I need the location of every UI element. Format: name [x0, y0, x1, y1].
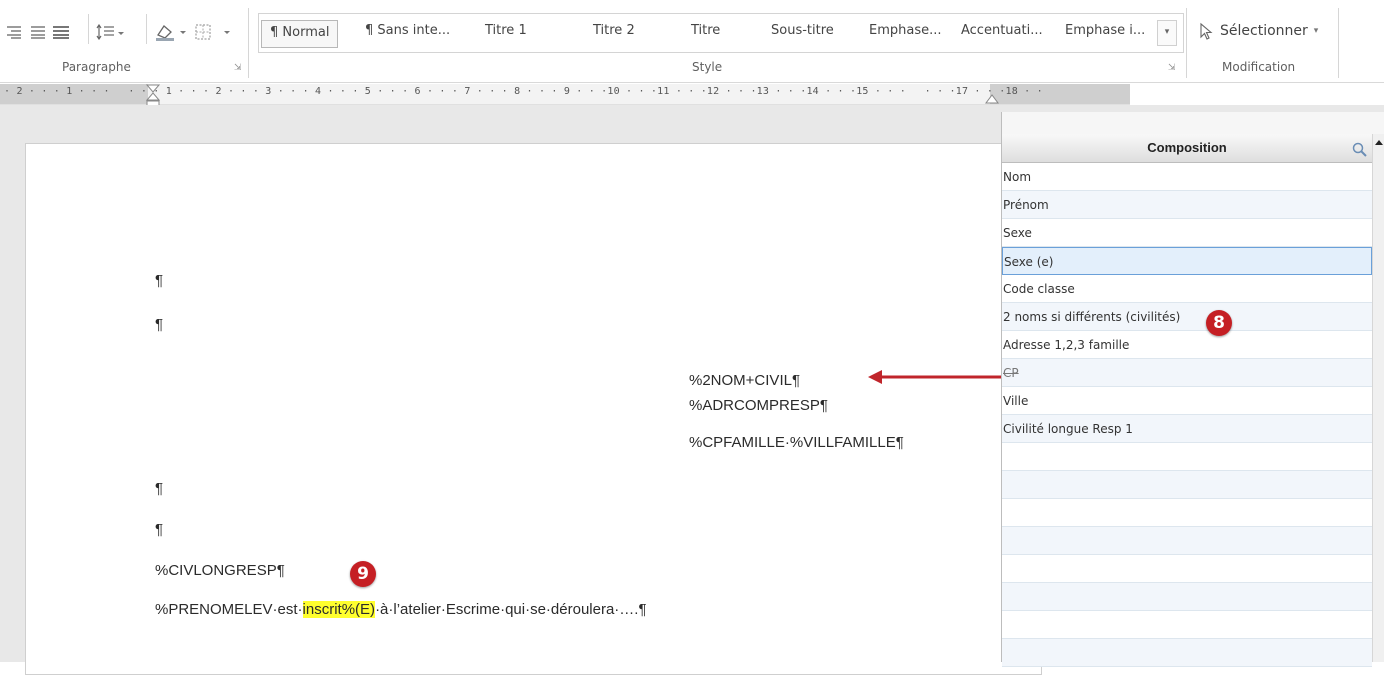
style-normal[interactable]: ¶ Normal	[261, 20, 339, 48]
body-text-start: %PRENOMELEV·est·	[155, 601, 303, 618]
dialog-launcher-icon[interactable]: ⇲	[234, 63, 242, 73]
group-label-style: Style	[692, 60, 723, 74]
field-item-cp[interactable]: CP	[1002, 359, 1372, 387]
distribute-icon[interactable]	[52, 22, 70, 42]
list-item[interactable]	[1002, 555, 1372, 583]
list-item[interactable]	[1002, 583, 1372, 611]
step-badge-9: 9	[350, 561, 376, 587]
empty-paragraph[interactable]: ¶	[155, 272, 163, 289]
style-gallery: ¶ Normal ¶ Sans inte... Titre 1 Titre 2 …	[258, 13, 1184, 53]
borders-icon[interactable]	[194, 22, 234, 42]
style-accentuation[interactable]: Accentuati...	[961, 23, 1043, 43]
panel-scrollbar[interactable]	[1372, 134, 1384, 662]
merge-field-address[interactable]: %ADRCOMPRESP¶	[689, 397, 828, 414]
shading-icon[interactable]	[154, 22, 188, 42]
merge-field-name-civil[interactable]: %2NOM+CIVIL¶	[689, 372, 800, 389]
style-intense-emphasis[interactable]: Emphase i...	[1065, 23, 1145, 43]
merge-field-cp-ville[interactable]: %CPFAMILLE·%VILLFAMILLE¶	[689, 434, 904, 451]
panel-toolbar	[1002, 112, 1384, 135]
divider	[1186, 8, 1187, 78]
field-item-2-noms[interactable]: 2 noms si différents (civilités)	[1002, 303, 1372, 331]
composition-panel: Composition Nom Prénom Sexe Sexe (e) Cod…	[1001, 112, 1384, 667]
gallery-more-button[interactable]: ▾	[1157, 20, 1177, 46]
panel-header: Composition	[1002, 134, 1372, 163]
right-indent-marker-icon[interactable]	[985, 92, 999, 104]
field-item-sexe-e[interactable]: Sexe (e)	[1002, 247, 1372, 275]
select-button[interactable]: Sélectionner ▾	[1198, 22, 1318, 40]
empty-paragraph[interactable]: ¶	[155, 521, 163, 538]
scroll-up-icon[interactable]	[1373, 138, 1384, 148]
divider	[146, 14, 147, 44]
list-item[interactable]	[1002, 639, 1372, 667]
field-item-civilite[interactable]: Civilité longue Resp 1	[1002, 415, 1372, 443]
ribbon: ¶ Normal ¶ Sans inte... Titre 1 Titre 2 …	[0, 0, 1384, 83]
field-item-code-classe[interactable]: Code classe	[1002, 275, 1372, 303]
field-item-ville[interactable]: Ville	[1002, 387, 1372, 415]
align-right-icon[interactable]	[6, 22, 22, 42]
body-text-end: ·à·l’atelier·Escrime·qui·se·déroulera·….…	[375, 601, 647, 618]
group-label-modification: Modification	[1222, 60, 1296, 74]
horizontal-ruler[interactable]: · 2 · · · 1 · · · · · · 1 · · · 2 · · · …	[0, 84, 1130, 107]
field-list: Nom Prénom Sexe Sexe (e) Code classe 2 n…	[1002, 163, 1372, 667]
panel-title: Composition	[1147, 140, 1227, 155]
style-heading-2[interactable]: Titre 2	[593, 23, 635, 43]
step-badge-8: 8	[1206, 310, 1232, 336]
field-item-adresse[interactable]: Adresse 1,2,3 famille	[1002, 331, 1372, 359]
cursor-icon	[1200, 22, 1213, 40]
field-item-prenom[interactable]: Prénom	[1002, 191, 1372, 219]
line-spacing-icon[interactable]	[96, 22, 126, 42]
group-label-paragraph: Paragraphe	[62, 60, 131, 74]
style-no-spacing[interactable]: ¶ Sans inte...	[365, 23, 450, 43]
chevron-down-icon: ▾	[1313, 26, 1319, 36]
body-sentence[interactable]: %PRENOMELEV·est·inscrit%(E)·à·l’atelier·…	[155, 601, 647, 618]
style-emphasis[interactable]: Emphase...	[869, 23, 942, 43]
field-item-nom[interactable]: Nom	[1002, 163, 1372, 191]
select-label: Sélectionner	[1220, 23, 1308, 39]
highlighted-merge-field[interactable]: inscrit%(E)	[302, 601, 376, 618]
field-item-sexe[interactable]: Sexe	[1002, 219, 1372, 247]
empty-paragraph[interactable]: ¶	[155, 316, 163, 333]
merge-field-civility[interactable]: %CIVLONGRESP¶	[155, 562, 285, 579]
empty-paragraph[interactable]: ¶	[155, 480, 163, 497]
list-item[interactable]	[1002, 443, 1372, 471]
style-heading-1[interactable]: Titre 1	[485, 23, 527, 43]
dialog-launcher-icon[interactable]: ⇲	[1168, 63, 1176, 73]
list-item[interactable]	[1002, 471, 1372, 499]
annotation-arrow-icon	[868, 370, 1014, 384]
list-item[interactable]	[1002, 527, 1372, 555]
style-title[interactable]: Titre	[691, 23, 720, 43]
divider	[248, 8, 249, 78]
list-item[interactable]	[1002, 499, 1372, 527]
divider	[1338, 8, 1339, 78]
list-item[interactable]	[1002, 611, 1372, 639]
divider	[88, 14, 89, 44]
style-subtitle[interactable]: Sous-titre	[771, 23, 834, 43]
document-page[interactable]	[25, 143, 1042, 675]
justify-icon[interactable]	[30, 22, 46, 42]
